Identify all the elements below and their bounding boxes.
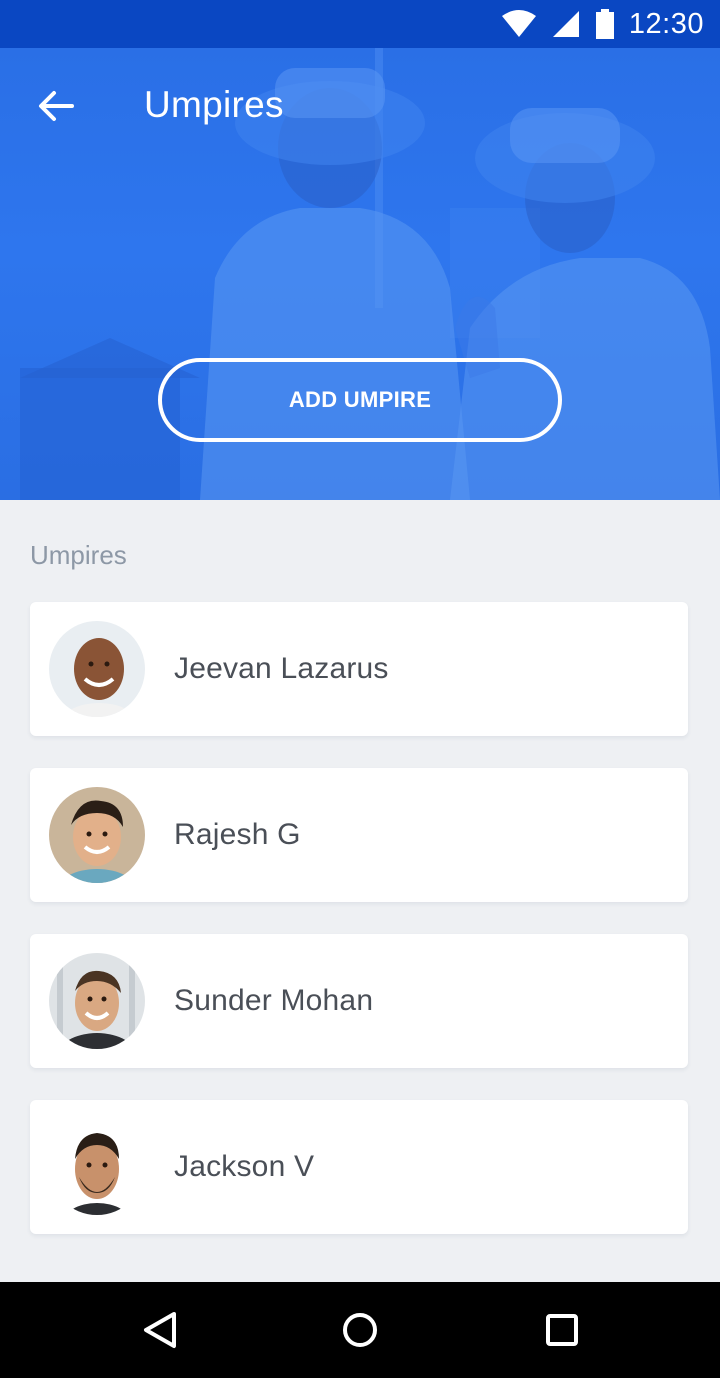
wifi-icon [501, 10, 537, 38]
arrow-left-icon [39, 91, 74, 121]
umpire-card[interactable]: Jeevan Lazarus [30, 602, 688, 736]
navigation-bar [0, 1282, 720, 1378]
circle-home-icon [343, 1313, 377, 1347]
umpire-card[interactable]: Sunder Mohan [30, 934, 688, 1068]
avatar [49, 1119, 145, 1215]
umpire-name: Jackson V [174, 1150, 315, 1183]
square-recents-icon [546, 1314, 578, 1346]
avatar [49, 787, 145, 883]
umpire-list: Jeevan Lazarus Rajesh G Sunder Mohan Jac… [30, 602, 688, 1266]
add-umpire-button[interactable]: ADD UMPIRE [158, 358, 562, 442]
nav-home-button[interactable] [336, 1306, 384, 1354]
nav-back-button[interactable] [136, 1306, 184, 1354]
nav-recents-button[interactable] [538, 1306, 586, 1354]
signal-icon [551, 10, 581, 38]
status-time: 12:30 [628, 7, 704, 40]
battery-icon [595, 9, 615, 39]
page-title: Umpires [144, 84, 284, 125]
umpire-name: Jeevan Lazarus [174, 652, 389, 685]
hero-banner: Umpires ADD UMPIRE [0, 48, 720, 500]
triangle-back-icon [144, 1312, 176, 1348]
umpire-card[interactable]: Jackson V [30, 1100, 688, 1234]
section-label: Umpires [30, 540, 127, 570]
umpire-name: Rajesh G [174, 818, 301, 851]
avatar [49, 953, 145, 1049]
umpire-card[interactable]: Rajesh G [30, 768, 688, 902]
umpires-screen: 12:30 Umpires ADD UMPIRE Umpires Jeevan … [0, 0, 720, 1378]
umpire-name: Sunder Mohan [174, 984, 374, 1017]
avatar [49, 621, 145, 717]
back-button[interactable] [26, 78, 86, 134]
status-bar: 12:30 [0, 0, 720, 48]
